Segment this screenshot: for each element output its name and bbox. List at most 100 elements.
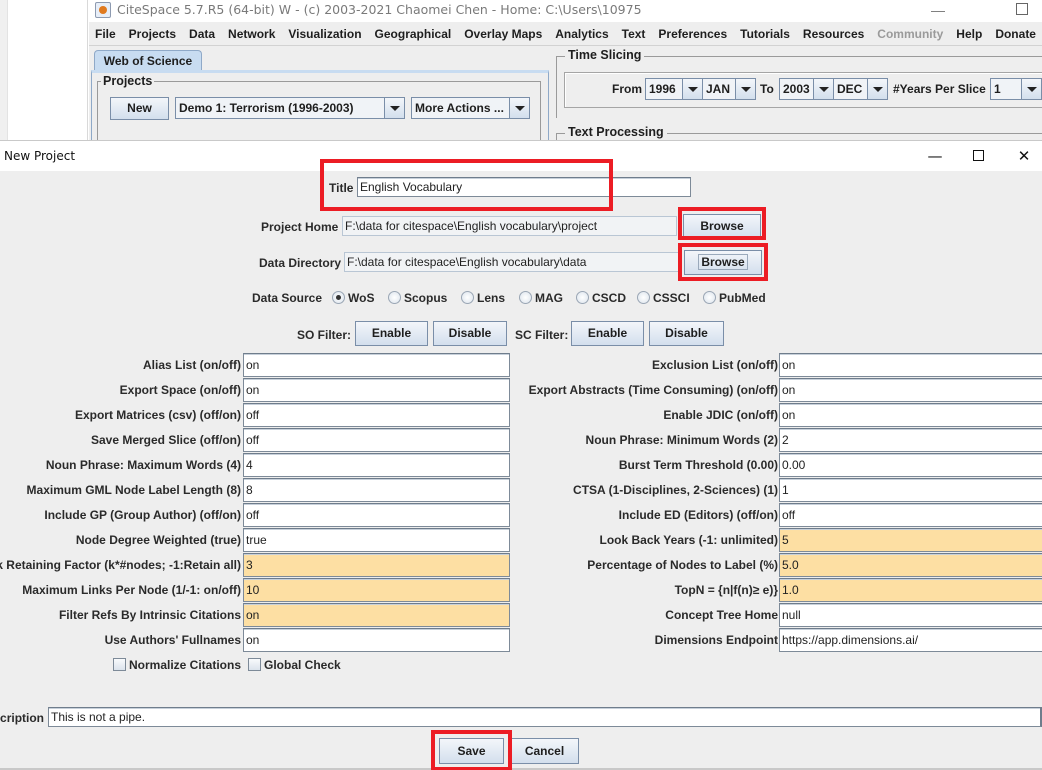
chevron-down-icon[interactable] bbox=[682, 79, 702, 99]
chevron-down-icon[interactable] bbox=[735, 79, 755, 99]
param-input[interactable]: 3 bbox=[243, 553, 510, 577]
chevron-down-icon[interactable] bbox=[384, 98, 404, 118]
param-label: Exclusion List (on/off) bbox=[652, 358, 778, 372]
menu-analytics[interactable]: Analytics bbox=[555, 27, 608, 41]
sc-filter-disable-button[interactable]: Disable bbox=[649, 321, 724, 346]
title-input[interactable]: English Vocabulary bbox=[357, 177, 691, 197]
param-input[interactable]: 1 bbox=[779, 478, 1042, 502]
sc-filter-enable-button[interactable]: Enable bbox=[571, 321, 644, 346]
more-actions-select[interactable]: More Actions ... bbox=[411, 97, 530, 119]
years-per-slice-label: #Years Per Slice bbox=[893, 82, 986, 96]
menu-text[interactable]: Text bbox=[622, 27, 646, 41]
chevron-down-icon[interactable] bbox=[813, 79, 833, 99]
minimize-icon[interactable]: — bbox=[922, 146, 948, 166]
global-check-label: Global Check bbox=[264, 658, 341, 672]
to-year-select[interactable]: 2003 bbox=[779, 78, 834, 100]
param-input[interactable]: true bbox=[243, 528, 510, 552]
so-filter-enable-button[interactable]: Enable bbox=[355, 321, 428, 346]
radio-mag[interactable] bbox=[519, 291, 532, 304]
maximize-icon[interactable] bbox=[1016, 3, 1028, 15]
new-project-dialog: New Project — ✕ Title English Vocabulary… bbox=[0, 140, 1042, 770]
main-titlebar: CiteSpace 5.7.R5 (64-bit) W - (c) 2003-2… bbox=[89, 0, 1042, 22]
param-input[interactable]: off bbox=[243, 403, 510, 427]
param-label: Burst Term Threshold (0.00) bbox=[618, 458, 778, 472]
param-input[interactable]: off bbox=[779, 503, 1042, 527]
param-input[interactable]: null bbox=[779, 603, 1042, 627]
menu-geographical[interactable]: Geographical bbox=[375, 27, 452, 41]
tab-web-of-science[interactable]: Web of Science bbox=[94, 50, 202, 71]
from-year-select[interactable]: 1996 bbox=[645, 78, 703, 100]
chevron-down-icon[interactable] bbox=[1021, 79, 1041, 99]
chevron-down-icon[interactable] bbox=[867, 79, 887, 99]
menu-data[interactable]: Data bbox=[189, 27, 215, 41]
normalize-citations-checkbox[interactable] bbox=[113, 658, 126, 671]
radio-cssci[interactable] bbox=[637, 291, 650, 304]
param-input[interactable]: off bbox=[243, 503, 510, 527]
param-input[interactable]: on bbox=[243, 628, 510, 652]
description-input[interactable]: This is not a pipe. bbox=[48, 707, 1042, 727]
radio-wos[interactable] bbox=[332, 291, 345, 304]
java-app-icon bbox=[95, 2, 111, 18]
data-directory-browse-button[interactable]: Browse bbox=[684, 250, 762, 275]
main-window-title: CiteSpace 5.7.R5 (64-bit) W - (c) 2003-2… bbox=[117, 2, 642, 17]
save-button[interactable]: Save bbox=[439, 738, 504, 764]
maximize-icon[interactable] bbox=[966, 146, 992, 166]
new-project-button[interactable]: New bbox=[110, 97, 169, 120]
project-home-input[interactable]: F:\data for citespace\English vocabulary… bbox=[342, 216, 677, 236]
param-input[interactable]: https://app.dimensions.ai/ bbox=[779, 628, 1042, 652]
from-month-select[interactable]: JAN bbox=[702, 78, 756, 100]
minimize-icon[interactable]: — bbox=[928, 2, 948, 18]
param-input[interactable]: on bbox=[243, 603, 510, 627]
param-input[interactable]: on bbox=[779, 378, 1042, 402]
close-icon[interactable]: ✕ bbox=[1011, 146, 1037, 166]
global-check-checkbox[interactable] bbox=[248, 658, 261, 671]
radio-lens[interactable] bbox=[461, 291, 474, 304]
menu-projects[interactable]: Projects bbox=[129, 27, 176, 41]
menu-visualization[interactable]: Visualization bbox=[288, 27, 361, 41]
param-input[interactable]: on bbox=[243, 378, 510, 402]
radio-label-wos: WoS bbox=[348, 291, 375, 305]
project-home-browse-button[interactable]: Browse bbox=[683, 214, 761, 239]
menu-community[interactable]: Community bbox=[877, 27, 943, 41]
to-year-value: 2003 bbox=[780, 79, 813, 99]
project-select[interactable]: Demo 1: Terrorism (1996-2003) bbox=[175, 97, 405, 119]
menu-donate[interactable]: Donate bbox=[995, 27, 1036, 41]
data-source-label: Data Source bbox=[252, 291, 323, 305]
to-month-select[interactable]: DEC bbox=[833, 78, 888, 100]
citespace-main-window: CiteSpace 5.7.R5 (64-bit) W - (c) 2003-2… bbox=[89, 0, 1042, 140]
param-input[interactable]: off bbox=[243, 428, 510, 452]
so-filter-disable-button[interactable]: Disable bbox=[433, 321, 507, 346]
param-input[interactable]: 5.0 bbox=[779, 553, 1042, 577]
radio-label-scopus: Scopus bbox=[404, 291, 448, 305]
menu-help[interactable]: Help bbox=[956, 27, 982, 41]
param-input[interactable]: 0.00 bbox=[779, 453, 1042, 477]
menu-overlay-maps[interactable]: Overlay Maps bbox=[464, 27, 542, 41]
project-home-label: Project Home bbox=[261, 220, 339, 234]
menu-file[interactable]: File bbox=[95, 27, 116, 41]
param-input[interactable]: 8 bbox=[243, 478, 510, 502]
cancel-button[interactable]: Cancel bbox=[510, 738, 579, 764]
radio-scopus[interactable] bbox=[388, 291, 401, 304]
param-input[interactable]: on bbox=[779, 353, 1042, 377]
data-directory-input[interactable]: F:\data for citespace\English vocabulary… bbox=[344, 252, 679, 272]
radio-cscd[interactable] bbox=[576, 291, 589, 304]
param-label: TopN = {n|f(n)≥ e)} bbox=[674, 583, 778, 597]
param-label: Node Degree Weighted (true) bbox=[75, 533, 241, 547]
param-input[interactable]: 5 bbox=[779, 528, 1042, 552]
years-per-slice-select[interactable]: 1 bbox=[990, 78, 1042, 100]
param-input[interactable]: on bbox=[779, 403, 1042, 427]
param-input[interactable]: on bbox=[243, 353, 510, 377]
menu-preferences[interactable]: Preferences bbox=[658, 27, 727, 41]
param-input[interactable]: 4 bbox=[243, 453, 510, 477]
param-input[interactable]: 10 bbox=[243, 578, 510, 602]
menu-tutorials[interactable]: Tutorials bbox=[740, 27, 790, 41]
radio-label-pubmed: PubMed bbox=[719, 291, 766, 305]
description-label: Description bbox=[0, 711, 45, 725]
menu-resources[interactable]: Resources bbox=[803, 27, 864, 41]
menu-network[interactable]: Network bbox=[228, 27, 275, 41]
param-input[interactable]: 1.0 bbox=[779, 578, 1042, 602]
text-processing-legend: Text Processing bbox=[565, 125, 667, 139]
chevron-down-icon[interactable] bbox=[509, 98, 529, 118]
radio-pubmed[interactable] bbox=[703, 291, 716, 304]
param-input[interactable]: 2 bbox=[779, 428, 1042, 452]
